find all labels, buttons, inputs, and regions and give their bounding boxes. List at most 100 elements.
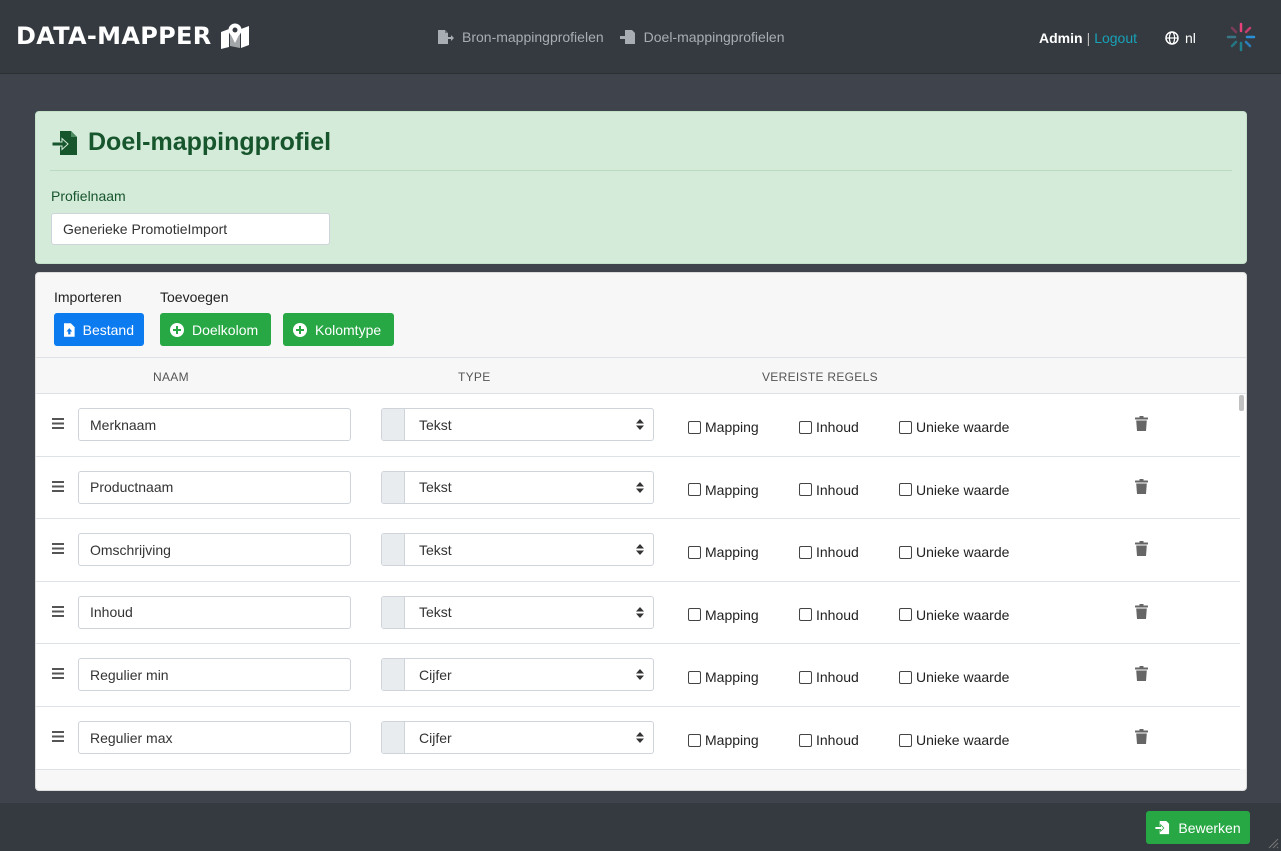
nav-source-label: Bron-mappingprofielen — [462, 29, 604, 45]
header-rules: VEREISTE REGELS — [762, 370, 878, 384]
mapping-checkbox[interactable]: Mapping — [688, 732, 759, 748]
column-name-input[interactable]: Omschrijving — [78, 533, 351, 567]
unique-label: Unieke waarde — [916, 669, 1010, 686]
type-select-addon — [382, 659, 405, 691]
trash-icon[interactable] — [1135, 416, 1148, 431]
file-upload-icon — [64, 322, 75, 337]
mapping-checkbox[interactable]: Mapping — [688, 482, 759, 498]
loading-spinner-icon — [1226, 22, 1256, 55]
table-row: Inhoud Tekst Mapping Inhoud Unieke waard… — [36, 581, 1240, 645]
profile-header-card: Doel-mappingprofiel Profielnaam Generiek… — [35, 111, 1247, 264]
checkbox-box — [688, 733, 701, 747]
content-label: Inhoud — [816, 606, 859, 623]
type-select-addon — [382, 409, 405, 440]
resize-grip-icon[interactable] — [1265, 835, 1279, 849]
content-checkbox[interactable]: Inhoud — [799, 419, 859, 435]
trash-icon[interactable] — [1135, 603, 1148, 619]
column-type-select[interactable]: Cijfer — [381, 658, 654, 692]
checkbox-box — [899, 608, 912, 622]
brand-name: DATA-MAPPER — [16, 22, 212, 50]
import-file-button[interactable]: Bestand — [54, 313, 144, 346]
mapping-checkbox[interactable]: Mapping — [688, 544, 759, 560]
checkbox-box — [688, 608, 701, 622]
add-label: Toevoegen — [160, 289, 229, 305]
column-type-select[interactable]: Cijfer — [381, 721, 654, 754]
table-header: NAAM TYPE VEREISTE REGELS — [36, 358, 1246, 394]
header-type: TYPE — [458, 370, 491, 384]
table-scrollbar[interactable] — [1239, 395, 1244, 411]
file-export-icon — [438, 30, 454, 44]
mapping-label: Mapping — [705, 419, 759, 435]
user-separator: | — [1086, 30, 1091, 46]
sort-caret-icon — [636, 481, 644, 493]
trash-icon[interactable] — [1135, 729, 1148, 744]
unique-checkbox[interactable]: Unieke waarde — [899, 607, 1009, 623]
trash-icon[interactable] — [1135, 478, 1148, 494]
profile-name-input[interactable]: Generieke PromotieImport — [51, 213, 330, 245]
add-target-column-button[interactable]: Doelkolom — [160, 313, 271, 346]
column-name-input[interactable]: Productnaam — [78, 470, 351, 504]
edit-button-label: Bewerken — [1178, 819, 1241, 836]
sort-caret-icon — [636, 419, 644, 430]
drag-handle-icon[interactable] — [52, 731, 64, 742]
unique-checkbox[interactable]: Unieke waarde — [899, 419, 1009, 435]
column-name-input[interactable]: Regulier max — [78, 721, 351, 754]
column-name-input[interactable]: Inhoud — [78, 595, 351, 629]
columns-card: Importeren Toevoegen Bestand Doelkolom K… — [35, 272, 1247, 791]
brand-logo[interactable]: DATA-MAPPER — [16, 22, 250, 50]
unique-checkbox[interactable]: Unieke waarde — [899, 482, 1009, 498]
content-checkbox[interactable]: Inhoud — [799, 544, 859, 560]
column-type-select[interactable]: Tekst — [381, 595, 654, 629]
checkbox-box — [899, 420, 912, 434]
user-name: Admin — [1039, 30, 1083, 46]
column-name-input[interactable]: Regulier min — [78, 658, 351, 692]
table-row: Productnaam Tekst Mapping Inhoud Unieke … — [36, 456, 1240, 520]
logout-link[interactable]: Logout — [1094, 30, 1137, 46]
mapping-checkbox[interactable]: Mapping — [688, 669, 759, 685]
import-label: Importeren — [54, 289, 122, 305]
nav-source-profiles[interactable]: Bron-mappingprofielen — [437, 29, 604, 45]
column-type-select[interactable]: Tekst — [381, 533, 654, 567]
trash-icon[interactable] — [1135, 541, 1148, 557]
drag-handle-icon[interactable] — [52, 418, 64, 429]
checkbox-box — [799, 608, 812, 622]
trash-icon[interactable] — [1135, 666, 1148, 682]
drag-handle-icon[interactable] — [52, 668, 64, 680]
mapping-checkbox[interactable]: Mapping — [688, 607, 759, 623]
content-checkbox[interactable]: Inhoud — [799, 482, 859, 498]
column-type-select[interactable]: Tekst — [381, 470, 654, 504]
checkbox-box — [899, 670, 912, 684]
unique-label: Unieke waarde — [916, 544, 1010, 561]
footer-bar — [0, 803, 1281, 851]
mapping-checkbox[interactable]: Mapping — [688, 419, 759, 435]
column-name-input[interactable]: Merknaam — [78, 408, 351, 441]
column-type-value: Tekst — [419, 604, 452, 621]
table-row: Merknaam Tekst Mapping Inhoud Unieke waa… — [36, 394, 1240, 457]
page-title: Doel-mappingprofiel — [52, 128, 331, 157]
map-marker-icon — [220, 23, 250, 49]
add-column-type-button[interactable]: Kolomtype — [283, 313, 394, 346]
unique-checkbox[interactable]: Unieke waarde — [899, 669, 1009, 685]
unique-checkbox[interactable]: Unieke waarde — [899, 732, 1009, 748]
column-type-value: Tekst — [419, 479, 452, 496]
content-checkbox[interactable]: Inhoud — [799, 732, 859, 748]
file-import-icon — [52, 130, 77, 155]
table-rows[interactable]: Merknaam Tekst Mapping Inhoud Unieke waa… — [36, 394, 1246, 770]
unique-checkbox[interactable]: Unieke waarde — [899, 544, 1009, 560]
unique-label: Unieke waarde — [916, 732, 1010, 748]
import-file-label: Bestand — [82, 321, 134, 338]
checkbox-box — [799, 733, 812, 747]
drag-handle-icon[interactable] — [52, 480, 64, 492]
content-checkbox[interactable]: Inhoud — [799, 607, 859, 623]
content-checkbox[interactable]: Inhoud — [799, 669, 859, 685]
nav-target-label: Doel-mappingprofielen — [643, 29, 785, 45]
table-row: Regulier min Cijfer Mapping Inhoud Uniek… — [36, 644, 1240, 707]
mapping-label: Mapping — [705, 669, 759, 686]
drag-handle-icon[interactable] — [52, 605, 64, 617]
column-type-select[interactable]: Tekst — [381, 408, 654, 441]
language-selector[interactable]: nl — [1165, 30, 1196, 46]
drag-handle-icon[interactable] — [52, 543, 64, 555]
content-label: Inhoud — [816, 544, 859, 561]
edit-button[interactable]: Bewerken — [1146, 811, 1250, 844]
nav-target-profiles[interactable]: Doel-mappingprofielen — [619, 29, 785, 45]
